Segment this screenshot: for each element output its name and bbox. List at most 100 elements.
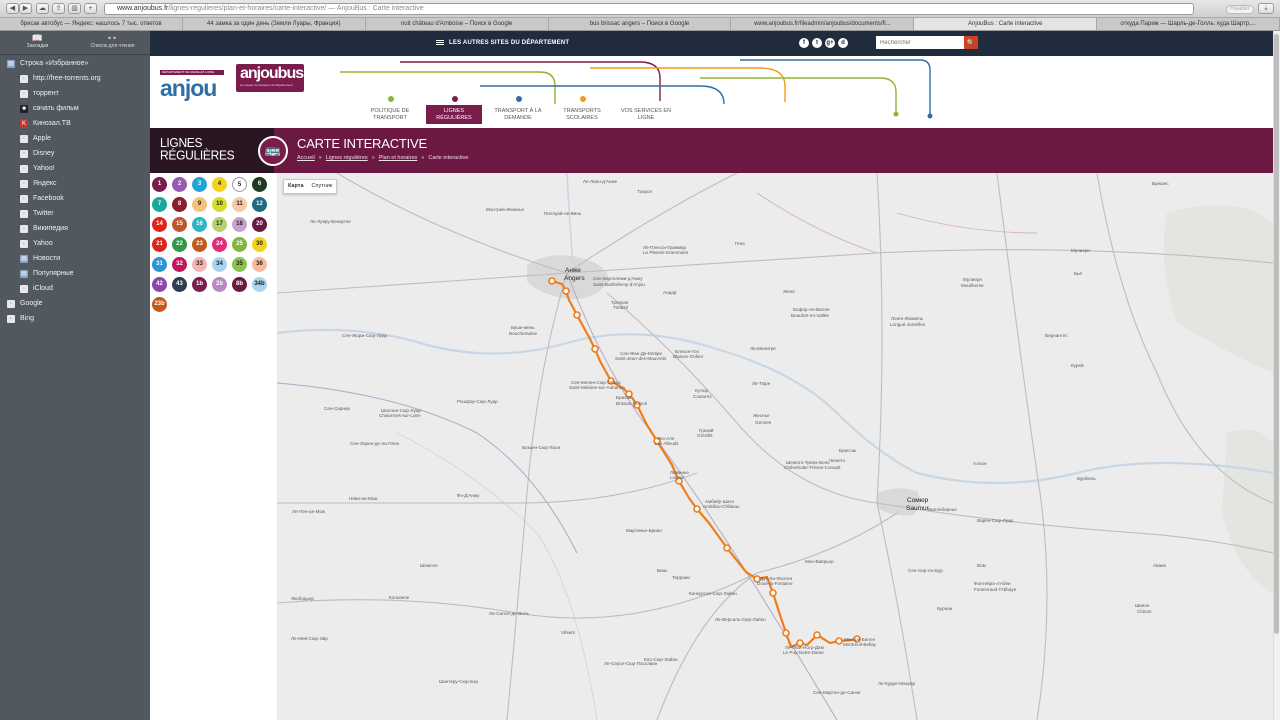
nav-item-label: POLITIQUE DE TRANSPORT bbox=[370, 108, 410, 121]
line-badge[interactable]: 14 bbox=[152, 217, 167, 232]
bookmark-item[interactable]: ◦ Disney bbox=[0, 146, 150, 161]
line-selector: 1 2 3 4 5 6 7 8 9 10 11 12 14 15 16 17 18 20 21 22 23 24 25 30 3… bbox=[150, 173, 274, 720]
bookmark-item[interactable]: ◦ Yahoo! bbox=[0, 161, 150, 176]
line-badge[interactable]: 21 bbox=[152, 237, 167, 252]
breadcrumb-item[interactable]: Accueil bbox=[297, 155, 315, 161]
line-badge[interactable]: 12 bbox=[252, 197, 267, 212]
line-badge[interactable]: 9 bbox=[192, 197, 207, 212]
browser-tab[interactable]: 44 замка за один день (Земли Луары, Фран… bbox=[183, 18, 366, 30]
nav-item[interactable]: VOS SERVICES EN LIGNE bbox=[618, 105, 674, 124]
line-badge[interactable]: 11 bbox=[232, 197, 247, 212]
line-badge[interactable]: 30 bbox=[252, 237, 267, 252]
browser-tab[interactable]: nuit château d'Amboise – Поиск в Google bbox=[366, 18, 549, 30]
map-place-label: Le Plessis-Grammoire bbox=[643, 250, 689, 255]
line-badge[interactable]: 23 bbox=[192, 237, 207, 252]
bookmark-item[interactable]: ◦ http://free-torrents.org bbox=[0, 71, 150, 86]
nav-item[interactable]: LIGNES RÉGULIÈRES bbox=[426, 96, 482, 124]
bookmark-item[interactable]: ◦ Яндекс bbox=[0, 176, 150, 191]
line-badge[interactable]: 2b bbox=[212, 277, 227, 292]
line-badge[interactable]: 36 bbox=[252, 257, 267, 272]
bookmark-item[interactable]: ■ сачать фильм bbox=[0, 101, 150, 116]
nav-item[interactable]: POLITIQUE DE TRANSPORT bbox=[362, 96, 418, 124]
bookmark-item[interactable]: ◦ Bing bbox=[0, 311, 150, 326]
breadcrumb-item[interactable]: Plan et horaires bbox=[379, 155, 418, 161]
bookmark-item[interactable]: ◦ Yahoo bbox=[0, 236, 150, 251]
browser-tab[interactable]: откуда Париж — Шарль-де-Голль: куда Шарт… bbox=[1097, 18, 1280, 30]
search-button[interactable]: 🔍 bbox=[964, 36, 978, 49]
line-badge[interactable]: 1b bbox=[192, 277, 207, 292]
interactive-map[interactable]: Анже Angers Сен-Бартелеми-д'Анжу Saint-Bart… bbox=[277, 173, 1273, 720]
url-field[interactable]: www.anjoubus.fr/lignes-regulieres/plan-e… bbox=[104, 3, 1194, 15]
reading-list-tab[interactable]: 👓 Список для чтения bbox=[75, 31, 150, 54]
bookmark-item[interactable]: ▤ Популярные bbox=[0, 266, 150, 281]
line-badge[interactable]: 20 bbox=[252, 217, 267, 232]
search-input[interactable] bbox=[876, 36, 964, 49]
line-badge[interactable]: 4 bbox=[212, 177, 227, 192]
map-type-map[interactable]: Карта bbox=[284, 180, 308, 193]
line-badge[interactable]: 22 bbox=[172, 237, 187, 252]
bookmark-item[interactable]: ▤ Новости bbox=[0, 251, 150, 266]
anjou-logo[interactable]: DÉPARTEMENT DE MAINE-ET-LOIRE anjou bbox=[160, 70, 224, 106]
browser-tab[interactable]: AnjouBus : Carte interactive bbox=[914, 18, 1098, 30]
reader-button[interactable]: Reader bbox=[1226, 5, 1254, 14]
line-badge[interactable]: 10 bbox=[212, 197, 227, 212]
map-type-satellite[interactable]: Спутник bbox=[308, 180, 337, 193]
breadcrumb-item[interactable]: Lignes régulières bbox=[326, 155, 368, 161]
twitter-icon[interactable]: t bbox=[812, 38, 822, 48]
bookmarks-tab[interactable]: 📖 Закладки bbox=[0, 31, 75, 54]
line-badge[interactable]: 43 bbox=[172, 277, 187, 292]
favicon-icon: ◦ bbox=[20, 179, 28, 188]
facebook-icon[interactable]: f bbox=[799, 38, 809, 48]
line-badge[interactable]: 24 bbox=[212, 237, 227, 252]
google-plus-icon[interactable]: g+ bbox=[825, 38, 835, 48]
downloads-button[interactable]: ⇣ bbox=[1258, 3, 1274, 14]
line-badge[interactable]: 25 bbox=[232, 237, 247, 252]
nav-item[interactable]: TRANSPORTS SCOLAIRES bbox=[554, 96, 610, 124]
line-badge[interactable]: 5 bbox=[232, 177, 247, 192]
icloud-tabs-button[interactable]: ☁ bbox=[36, 3, 49, 14]
sidebar-toggle-button[interactable]: ▥ bbox=[68, 3, 81, 14]
bookmark-item[interactable]: ◦ Twitter bbox=[0, 206, 150, 221]
bookmark-item[interactable]: ◦ торрент bbox=[0, 86, 150, 101]
line-badge[interactable]: 35 bbox=[232, 257, 247, 272]
line-badge[interactable]: 15 bbox=[172, 217, 187, 232]
anjoubus-logo[interactable]: anjoubus Le réseau de transport du Dépar… bbox=[236, 64, 304, 92]
line-badge[interactable]: 17 bbox=[212, 217, 227, 232]
browser-tab[interactable]: bus brissac angers – Поиск в Google bbox=[549, 18, 732, 30]
line-badge[interactable]: 42 bbox=[152, 277, 167, 292]
bookmark-item[interactable]: ◦ iCloud bbox=[0, 281, 150, 296]
line-badge[interactable]: 7 bbox=[152, 197, 167, 212]
line-badge[interactable]: 8b bbox=[232, 277, 247, 292]
line-badge[interactable]: 6 bbox=[252, 177, 267, 192]
bookmark-item[interactable]: ▤ Строка «Избранное» bbox=[0, 56, 150, 71]
line-badge[interactable]: 34b bbox=[252, 277, 267, 292]
line-badge[interactable]: 8 bbox=[172, 197, 187, 212]
line-badge[interactable]: 3 bbox=[192, 177, 207, 192]
add-button[interactable]: + bbox=[84, 3, 97, 14]
line-badge[interactable]: 32 bbox=[172, 257, 187, 272]
breadcrumb-item[interactable]: Carte interactive bbox=[428, 155, 468, 161]
back-button[interactable]: ◀ bbox=[6, 3, 19, 14]
line-badge[interactable]: 1 bbox=[152, 177, 167, 192]
bookmark-item[interactable]: ◦ Facebook bbox=[0, 191, 150, 206]
browser-tab[interactable]: www.anjoubus.fr/fileadmin/anjoubus/docum… bbox=[731, 18, 915, 30]
dailymotion-icon[interactable]: d bbox=[838, 38, 848, 48]
bookmark-item[interactable]: ◦ Википедия bbox=[0, 221, 150, 236]
line-badge[interactable]: 23b bbox=[152, 297, 167, 312]
other-sites-menu[interactable]: LES AUTRES SITES DU DÉPARTEMENT bbox=[436, 39, 569, 46]
line-badge[interactable]: 31 bbox=[152, 257, 167, 272]
scrollbar-thumb[interactable] bbox=[1274, 34, 1279, 634]
map-place-label: Жене bbox=[783, 289, 795, 294]
bookmark-item[interactable]: ◦ Google bbox=[0, 296, 150, 311]
browser-tab[interactable]: брисак автобус — Яндекс: нашлось 7 тыс. … bbox=[0, 18, 183, 30]
forward-button[interactable]: ▶ bbox=[19, 3, 32, 14]
share-button[interactable]: ⇪ bbox=[52, 3, 65, 14]
line-badge[interactable]: 33 bbox=[192, 257, 207, 272]
line-badge[interactable]: 18 bbox=[232, 217, 247, 232]
line-badge[interactable]: 34 bbox=[212, 257, 227, 272]
line-badge[interactable]: 16 bbox=[192, 217, 207, 232]
nav-item[interactable]: TRANSPORT À LA DEMANDE bbox=[490, 96, 546, 124]
line-badge[interactable]: 2 bbox=[172, 177, 187, 192]
bookmark-item[interactable]: K Кинозал.ТВ bbox=[0, 116, 150, 131]
bookmark-item[interactable]: ◦ Apple bbox=[0, 131, 150, 146]
